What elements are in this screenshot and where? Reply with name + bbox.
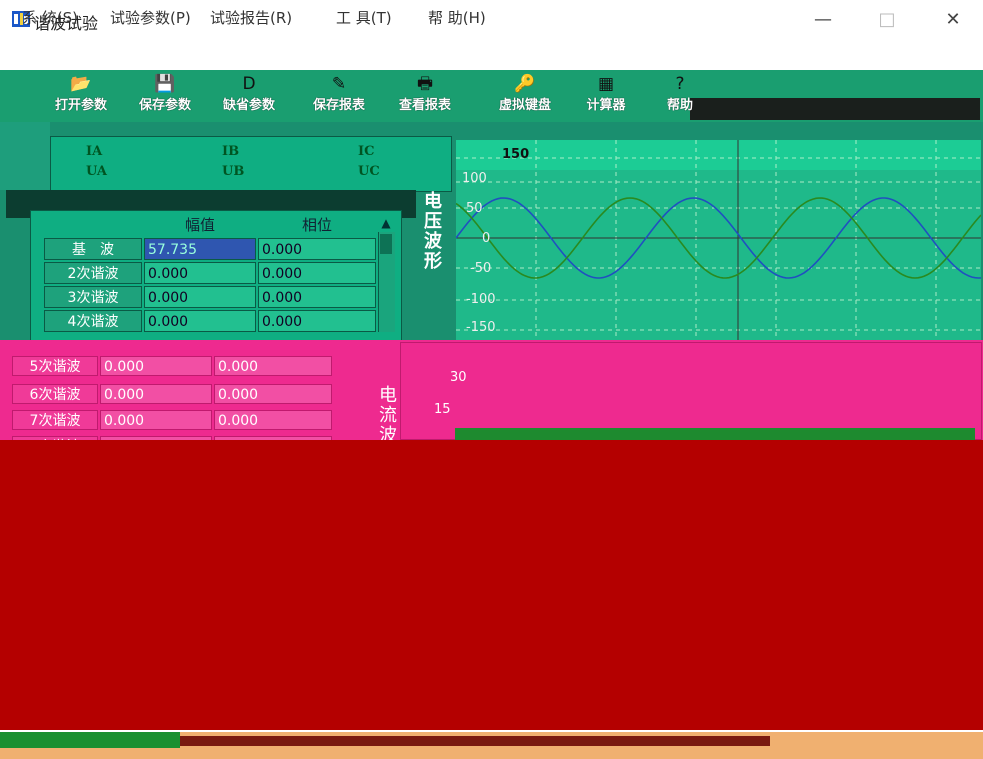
menu-test-report[interactable]: 试验报告(R) <box>210 7 292 28</box>
status-bar-segment <box>0 732 180 748</box>
save-report-icon: ✎ <box>331 74 347 94</box>
row-label-fundamental: 基 波 <box>44 238 142 260</box>
help-button[interactable]: ? 帮助 <box>650 72 710 120</box>
lower-panel <box>0 440 983 730</box>
amplitude-cell-h7[interactable]: 0.000 <box>100 410 212 430</box>
floppy-disk-icon: 💾 <box>154 74 176 94</box>
amplitude-cell-h4[interactable]: 0.000 <box>144 310 256 332</box>
phase-ib[interactable]: IB <box>222 144 239 159</box>
current-tick-30: 30 <box>450 370 467 385</box>
row-label-h7: 7次谐波 <box>12 410 98 430</box>
phase-uc[interactable]: UC <box>358 164 380 179</box>
amplitude-cell-h3[interactable]: 0.000 <box>144 286 256 308</box>
row-label-h5: 5次谐波 <box>12 356 98 376</box>
phase-ic[interactable]: IC <box>358 144 374 159</box>
phase-cell-h7[interactable]: 0.000 <box>214 410 332 430</box>
phase-cell-h4[interactable]: 0.000 <box>258 310 376 332</box>
menu-tools[interactable]: 工 具(T) <box>336 7 392 28</box>
amplitude-cell-h6[interactable]: 0.000 <box>100 384 212 404</box>
phase-cell-fundamental[interactable]: 0.000 <box>258 238 376 260</box>
menu-bar <box>0 40 983 70</box>
default-params-button[interactable]: D 缺省参数 <box>208 72 290 120</box>
open-folder-icon: 📂 <box>70 74 92 94</box>
scrollbar-thumb[interactable] <box>380 234 392 254</box>
voltage-waveform <box>456 140 981 340</box>
key-icon: 🔑 <box>514 74 536 94</box>
calculator-icon: ▦ <box>597 74 615 94</box>
y-tick-100: 100 <box>462 171 487 186</box>
maximize-button[interactable]: □ <box>867 6 907 34</box>
phase-selector <box>50 136 452 192</box>
phase-cell-h5[interactable]: 0.000 <box>214 356 332 376</box>
y-tick-50: 50 <box>466 201 483 216</box>
printer-icon: 🖶 <box>416 74 434 94</box>
amplitude-cell-fundamental[interactable]: 57.735 <box>144 238 256 260</box>
help-icon: ? <box>675 74 685 94</box>
current-chart <box>400 342 982 440</box>
status-bar-track <box>180 736 770 746</box>
y-tick-0: 0 <box>482 231 491 246</box>
current-chart-label: 电流波 <box>379 385 397 446</box>
left-strip <box>0 122 50 190</box>
menu-help[interactable]: 帮 助(H) <box>428 7 486 28</box>
phase-cell-h2[interactable]: 0.000 <box>258 262 376 284</box>
row-label-h3: 3次谐波 <box>44 286 142 308</box>
y-tick-150: 150 <box>502 147 530 162</box>
scroll-up-icon[interactable]: ▲ <box>378 216 394 232</box>
phase-ub[interactable]: UB <box>222 164 244 179</box>
save-params-button[interactable]: 💾 保存参数 <box>124 72 206 120</box>
phase-ia[interactable]: IA <box>86 144 102 159</box>
menu-system[interactable]: 系 统(S) <box>22 7 78 28</box>
phase-cell-h3[interactable]: 0.000 <box>258 286 376 308</box>
amplitude-cell-h2[interactable]: 0.000 <box>144 262 256 284</box>
toolbar-band <box>690 98 980 120</box>
menu-test-params[interactable]: 试验参数(P) <box>110 7 191 28</box>
phase-cell-h6[interactable]: 0.000 <box>214 384 332 404</box>
save-report-button[interactable]: ✎ 保存报表 <box>298 72 380 120</box>
view-report-button[interactable]: 🖶 查看报表 <box>384 72 466 120</box>
phase-ua[interactable]: UA <box>86 164 107 179</box>
minimize-button[interactable]: — <box>803 6 843 34</box>
virtual-keyboard-button[interactable]: 🔑 虚拟键盘 <box>484 72 566 120</box>
amplitude-header: 幅值 <box>184 216 215 234</box>
close-button[interactable]: ✕ <box>933 6 973 34</box>
calculator-button[interactable]: ▦ 计算器 <box>570 72 642 120</box>
current-tick-15: 15 <box>434 402 451 417</box>
open-params-button[interactable]: 📂 打开参数 <box>40 72 122 120</box>
voltage-chart-label: 电压波形 <box>424 191 442 272</box>
amplitude-cell-h5[interactable]: 0.000 <box>100 356 212 376</box>
row-label-h4: 4次谐波 <box>44 310 142 332</box>
phase-header: 相位 <box>301 216 332 234</box>
row-label-h2: 2次谐波 <box>44 262 142 284</box>
y-tick-neg150: -150 <box>466 320 496 335</box>
default-params-icon: D <box>242 74 256 94</box>
y-tick-neg50: -50 <box>470 261 492 276</box>
y-tick-neg100: -100 <box>466 292 496 307</box>
row-label-h6: 6次谐波 <box>12 384 98 404</box>
